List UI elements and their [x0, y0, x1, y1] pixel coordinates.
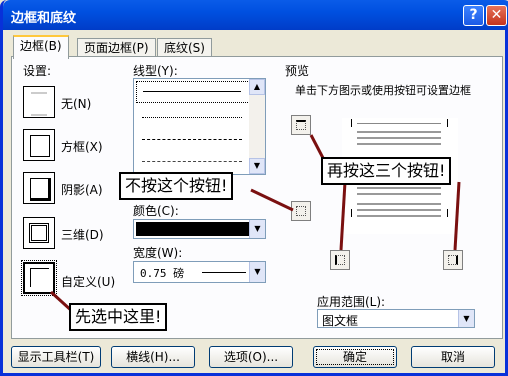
width-combo[interactable]: 0.75 磅 ▼ — [133, 261, 266, 283]
setting-none-label[interactable]: 无(N) — [61, 95, 91, 112]
border-right-button[interactable] — [443, 250, 463, 270]
options-button[interactable]: 选项(O)... — [209, 346, 293, 368]
tab-page-borders[interactable]: 页面边框(P) — [77, 38, 156, 57]
callout-press-these: 再按这三个按钮! — [321, 157, 452, 185]
close-button[interactable]: ✕ — [486, 5, 507, 26]
border-right-icon — [448, 255, 458, 265]
style-label: 线型(Y): — [133, 64, 178, 78]
width-value: 0.75 磅 — [140, 267, 185, 280]
apply-to-label: 应用范围(L): — [317, 295, 386, 309]
width-label: 宽度(W): — [133, 246, 183, 260]
line-style-list[interactable]: ▲ ▼ — [133, 78, 266, 175]
style-long-dashed[interactable] — [142, 161, 242, 162]
setting-custom-label[interactable]: 自定义(U) — [61, 273, 115, 290]
tab-shading[interactable]: 底纹(S) — [157, 38, 212, 57]
scroll-up-icon[interactable]: ▲ — [249, 79, 265, 95]
show-toolbar-button[interactable]: 显示工具栏(T) — [11, 346, 101, 368]
tab-borders[interactable]: 边框(B) — [13, 35, 69, 59]
dialog-window: 边框和底纹 ? ✕ 边框(B) 页面边框(P) 底纹(S) 设置: 无(N) 方… — [0, 0, 508, 376]
dropdown-arrow-icon[interactable]: ▼ — [249, 220, 265, 238]
setting-box-label[interactable]: 方框(X) — [61, 138, 103, 155]
cancel-button[interactable]: 取消 — [411, 346, 495, 368]
selected-style-item[interactable] — [136, 81, 250, 103]
dropdown-arrow-icon[interactable]: ▼ — [249, 262, 265, 282]
border-top-icon — [296, 120, 306, 130]
setting-label: 设置: — [23, 64, 52, 78]
apply-to-combo[interactable]: 图文框 ▼ — [317, 309, 475, 328]
border-left-button[interactable] — [330, 250, 350, 270]
border-left-icon — [335, 255, 345, 265]
color-combo[interactable]: ▼ — [133, 219, 266, 239]
help-button[interactable]: ? — [463, 5, 484, 26]
horizontal-line-button[interactable]: 横线(H)... — [111, 346, 195, 368]
setting-3d-label[interactable]: 三维(D) — [61, 226, 104, 243]
callout-dont-press: 不按这个按钮! — [119, 172, 234, 200]
callout-select-here: 先选中这里! — [69, 303, 168, 331]
style-scrollbar[interactable]: ▲ ▼ — [249, 79, 265, 174]
apply-to-value: 图文框 — [322, 314, 359, 328]
setting-none-icon[interactable] — [23, 86, 55, 118]
setting-box-icon[interactable] — [23, 129, 55, 161]
preview-hint: 单击下方图示或使用按钮可设置边框 — [295, 84, 471, 97]
setting-shadow-icon[interactable] — [23, 172, 55, 204]
border-inside-horizontal-button[interactable] — [291, 201, 311, 221]
preview-label: 预览 — [285, 64, 310, 78]
scroll-down-icon[interactable]: ▼ — [249, 158, 265, 174]
setting-shadow-label[interactable]: 阴影(A) — [61, 181, 103, 198]
dropdown-arrow-icon[interactable]: ▼ — [458, 310, 474, 327]
window-title: 边框和底纹 — [11, 11, 77, 26]
border-top-button[interactable] — [291, 115, 311, 135]
style-dotted[interactable] — [142, 117, 242, 118]
border-inside-icon — [296, 206, 306, 216]
color-label: 颜色(C): — [133, 204, 179, 218]
style-dashed[interactable] — [142, 139, 242, 140]
setting-custom-icon[interactable] — [21, 260, 57, 296]
color-swatch — [136, 222, 249, 236]
ok-button[interactable]: 确定 — [313, 346, 397, 368]
setting-3d-icon[interactable] — [23, 217, 55, 249]
title-bar: 边框和底纹 ? ✕ — [3, 0, 508, 30]
